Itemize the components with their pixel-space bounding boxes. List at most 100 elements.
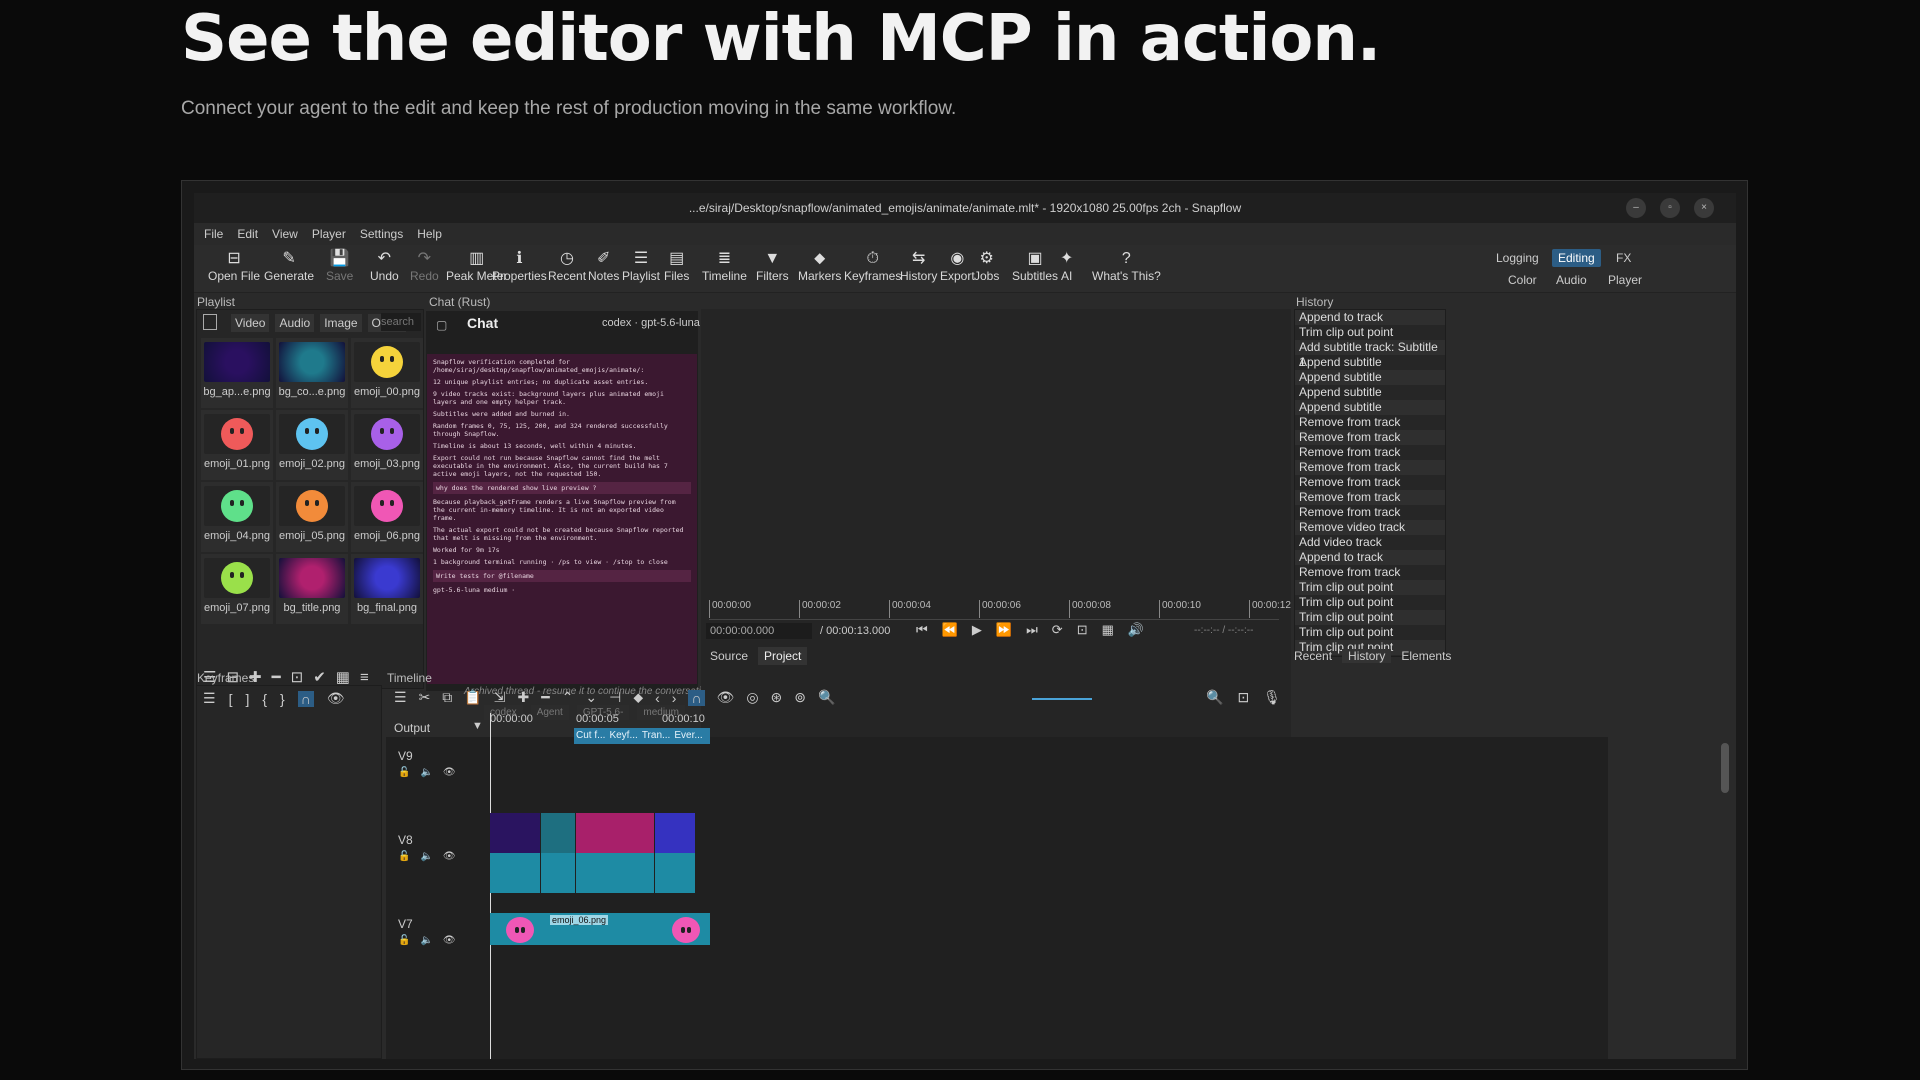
update-icon[interactable]: ⊡	[291, 668, 304, 686]
history-item[interactable]: Append subtitle	[1295, 385, 1445, 400]
tab-history[interactable]: History	[1342, 649, 1392, 663]
layout-player[interactable]: Player	[1608, 273, 1642, 287]
timeline-clip[interactable]	[655, 813, 695, 893]
eye-icon[interactable]: 👁	[443, 851, 456, 862]
subtitles-button[interactable]: ▣ Subtitles	[1012, 249, 1058, 283]
mute-icon[interactable]: 🔈	[420, 935, 432, 946]
tab-image[interactable]: Image	[320, 314, 362, 332]
skip-end-icon[interactable]: ⏭	[1026, 622, 1038, 638]
timeline-scrub-icon[interactable]: 👁	[717, 689, 735, 706]
timeline-ruler[interactable]: 00:00:00 00:00:05 00:00:10	[490, 713, 710, 727]
minimize-icon[interactable]: –	[1626, 198, 1646, 218]
timeline-clip[interactable]	[490, 813, 540, 893]
history-item[interactable]: Remove from track	[1295, 565, 1445, 580]
playlist-button[interactable]: ☰ Playlist	[622, 249, 660, 283]
details-view-icon[interactable]: ≡	[360, 669, 369, 686]
playlist-item[interactable]: bg_title.png	[276, 554, 348, 624]
brace-left-icon[interactable]: {	[262, 691, 267, 707]
playlist-search-input[interactable]	[381, 313, 421, 331]
filters-button[interactable]: ▼ Filters	[756, 249, 789, 283]
zoom-in-icon[interactable]: 🔍	[1206, 689, 1223, 706]
markers-button[interactable]: ⬥ Markers	[798, 249, 841, 283]
mute-icon[interactable]: 🔈	[420, 851, 432, 862]
check-icon[interactable]: ✔	[313, 668, 326, 686]
menu-file[interactable]: File	[204, 227, 223, 241]
playlist-item[interactable]: emoji_03.png	[351, 410, 423, 480]
copy-icon[interactable]: ⧉	[442, 689, 452, 706]
open-file-button[interactable]: ⊟ Open File	[208, 249, 260, 283]
menu-player[interactable]: Player	[312, 227, 346, 241]
grid-icon[interactable]: ▦	[1102, 622, 1114, 638]
history-item[interactable]: Remove from track	[1295, 505, 1445, 520]
history-item[interactable]: Remove from track	[1295, 430, 1445, 445]
playlist-item[interactable]: bg_final.png	[351, 554, 423, 624]
timeline-clip[interactable]	[541, 813, 575, 893]
loop-icon[interactable]: ⟳	[1052, 622, 1063, 638]
append-icon[interactable]: ⇲	[494, 689, 506, 706]
history-item[interactable]: Remove from track	[1295, 445, 1445, 460]
tab-project[interactable]: Project	[758, 647, 808, 665]
playlist-item[interactable]: emoji_05.png	[276, 482, 348, 552]
history-item[interactable]: Add video track	[1295, 535, 1445, 550]
notes-button[interactable]: ✐ Notes	[588, 249, 619, 283]
history-item[interactable]: Remove from track	[1295, 490, 1445, 505]
ripple-markers-icon[interactable]: ⊚	[794, 689, 806, 706]
history-item[interactable]: Remove from track	[1295, 415, 1445, 430]
brace-right-icon[interactable]: }	[280, 691, 285, 707]
bracket-left-icon[interactable]: [	[229, 691, 233, 707]
cut-icon[interactable]: ✂	[419, 689, 431, 706]
playlist-item[interactable]: emoji_07.png	[201, 554, 273, 624]
history-item[interactable]: Trim clip out point	[1295, 325, 1445, 340]
list-view-icon[interactable]	[203, 314, 217, 330]
menu-edit[interactable]: Edit	[237, 227, 258, 241]
history-item[interactable]: Remove from track	[1295, 475, 1445, 490]
eye-icon[interactable]: 👁	[443, 767, 456, 778]
chat-model[interactable]: codex · gpt-5.6-luna	[602, 317, 700, 329]
ripple-icon[interactable]: ◎	[746, 689, 758, 706]
eye-icon[interactable]: 👁	[443, 935, 456, 946]
zoom-icon[interactable]: ⊡	[1077, 622, 1088, 638]
grid-view-icon[interactable]: ▦	[336, 668, 350, 686]
jobs-button[interactable]: ⚙ Jobs	[974, 249, 999, 283]
history-item[interactable]: Append to track	[1295, 310, 1445, 325]
tab-source[interactable]: Source	[704, 647, 754, 665]
skip-start-icon[interactable]: ⏮	[916, 622, 928, 638]
export-button[interactable]: ◉ Export	[940, 249, 975, 283]
mute-icon[interactable]: 🔈	[420, 767, 432, 778]
tab-audio[interactable]: Audio	[275, 314, 315, 332]
menu-view[interactable]: View	[272, 227, 298, 241]
redo-button[interactable]: ↷ Redo	[410, 249, 439, 283]
layout-color[interactable]: Color	[1508, 273, 1537, 287]
menu-settings[interactable]: Settings	[360, 227, 403, 241]
timeline-clip[interactable]	[576, 813, 654, 893]
bracket-right-icon[interactable]: ]	[245, 691, 249, 707]
timeline-clip[interactable]: emoji_06.png	[490, 913, 710, 945]
history-item[interactable]: Trim clip out point	[1295, 580, 1445, 595]
history-item[interactable]: Trim clip out point	[1295, 610, 1445, 625]
next-marker-icon[interactable]: ›	[672, 690, 677, 706]
tab-elements[interactable]: Elements	[1401, 649, 1451, 663]
zoom-fit-icon[interactable]: ⊡	[1237, 689, 1249, 706]
prev-marker-icon[interactable]: ‹	[655, 690, 660, 706]
history-item[interactable]: Trim clip out point	[1295, 625, 1445, 640]
history-item[interactable]: Add subtitle track: Subtitle 1	[1295, 340, 1445, 369]
lift-icon[interactable]: ⌃	[562, 689, 574, 706]
playlist-item[interactable]: bg_ap...e.png	[201, 338, 273, 408]
lock-icon[interactable]: 🔓	[398, 767, 410, 778]
playlist-item[interactable]: emoji_02.png	[276, 410, 348, 480]
layout-audio[interactable]: Audio	[1556, 273, 1587, 287]
playlist-item[interactable]: bg_co...e.png	[276, 338, 348, 408]
layout-logging[interactable]: Logging	[1496, 251, 1539, 265]
split-icon[interactable]: ⊣	[609, 689, 621, 706]
tab-recent[interactable]: Recent	[1294, 649, 1332, 663]
properties-button[interactable]: ℹ Properties	[492, 249, 547, 283]
timeline-snap-icon[interactable]: ∩	[688, 689, 705, 706]
playlist-item[interactable]: emoji_01.png	[201, 410, 273, 480]
zoom-slider[interactable]	[1032, 698, 1092, 700]
sidebar-toggle-icon[interactable]: ▢	[436, 318, 447, 332]
files-button[interactable]: ▤ Files	[664, 249, 689, 283]
layout-editing[interactable]: Editing	[1552, 249, 1601, 267]
play-icon[interactable]: ▶	[972, 622, 982, 638]
history-item[interactable]: Remove video track	[1295, 520, 1445, 535]
remove-icon[interactable]: ━	[272, 668, 281, 686]
